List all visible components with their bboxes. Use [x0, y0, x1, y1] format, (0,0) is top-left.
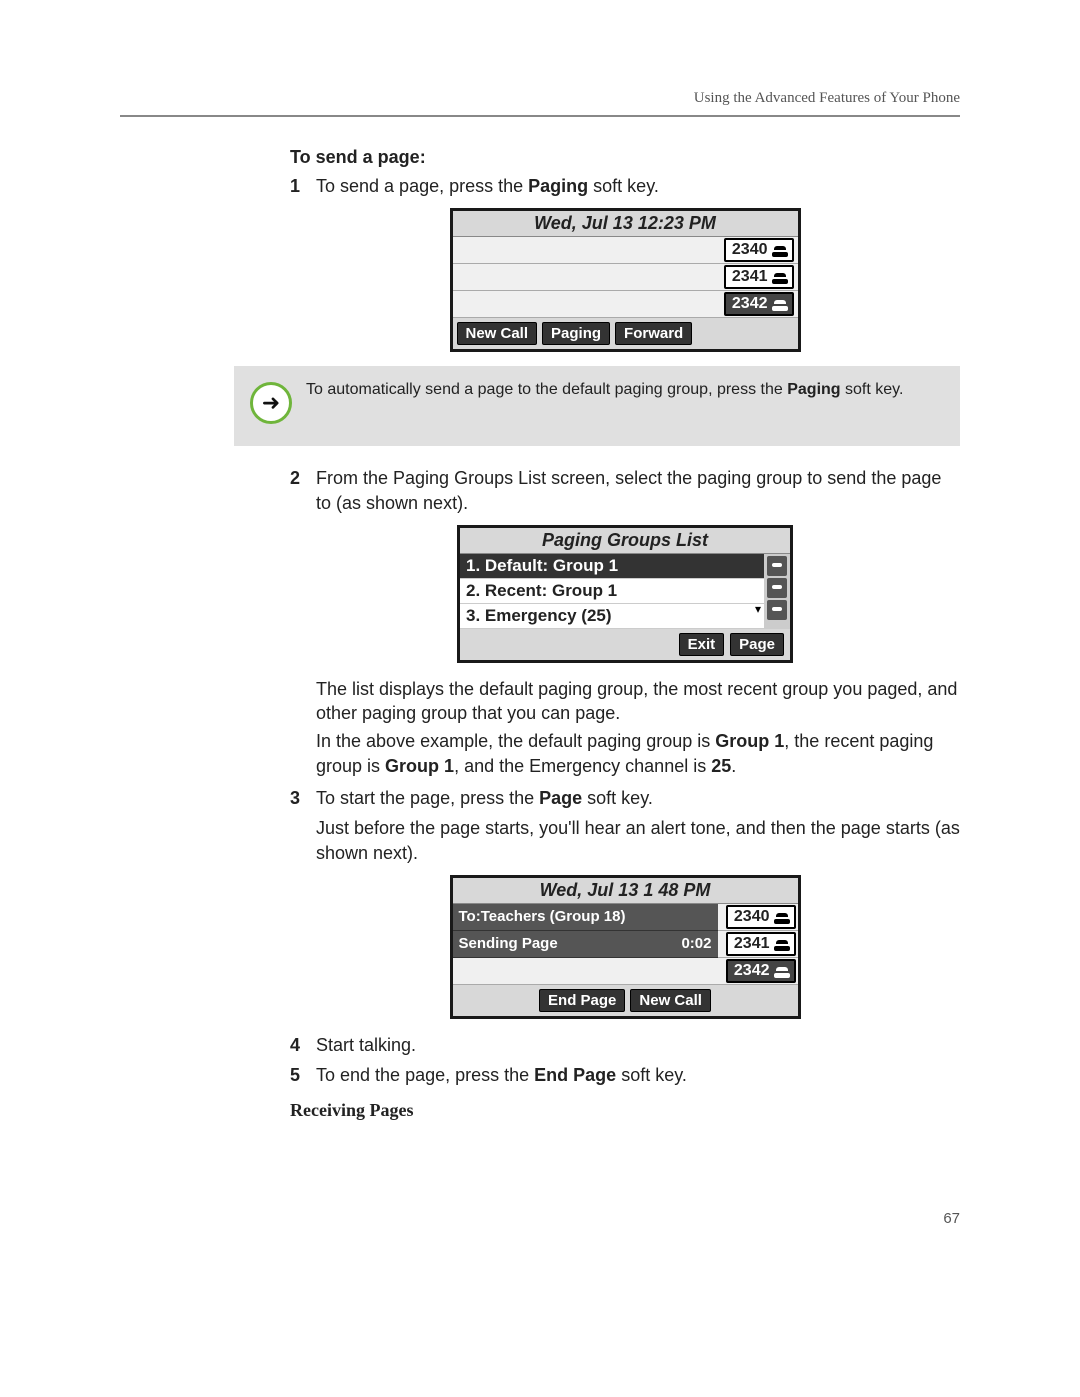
line-icon [767, 600, 787, 620]
paragraph: Just before the page starts, you'll hear… [316, 816, 960, 865]
step-text: To send a page, press the Paging soft ke… [316, 174, 960, 198]
call-timer: 0:02 [681, 935, 711, 952]
document-page: Using the Advanced Features of Your Phon… [0, 0, 1080, 1397]
section-title: To send a page: [290, 147, 960, 168]
phone-icon [772, 270, 788, 284]
tip-callout: ➜ To automatically send a page to the de… [234, 366, 960, 446]
line-key-2: 2341 [724, 265, 794, 289]
step-number: 4 [290, 1033, 316, 1057]
line-row: 2342 [453, 291, 798, 318]
step-3: 3 To start the page, press the Page soft… [290, 786, 960, 810]
paragraph: In the above example, the default paging… [316, 729, 960, 778]
steps-list: 4 Start talking. 5 To end the page, pres… [290, 1033, 960, 1088]
softkey-row: New Call Paging Forward [453, 318, 798, 349]
softkey-row: Exit Page [460, 629, 790, 660]
content-column: To send a page: 1 To send a page, press … [290, 147, 960, 1121]
phone-icon [772, 297, 788, 311]
paging-groups-list: 1. Default: Group 1 2. Recent: Group 1 3… [460, 554, 764, 629]
softkey-exit: Exit [679, 633, 725, 656]
step-2: 2 From the Paging Groups List screen, se… [290, 466, 960, 515]
phone-icon [772, 243, 788, 257]
list-item: 3. Emergency (25) [460, 604, 764, 629]
step-text: To end the page, press the End Page soft… [316, 1063, 960, 1087]
step-number: 3 [290, 786, 316, 810]
softkey-paging: Paging [542, 322, 610, 345]
line-key-1: 2340 [724, 238, 794, 262]
phone-screenshot-sending-page: Wed, Jul 13 1 48 PM To:Teachers (Group 1… [450, 875, 801, 1019]
tip-icon: ➜ [250, 382, 292, 424]
step-text: From the Paging Groups List screen, sele… [316, 466, 960, 515]
line-icon [767, 578, 787, 598]
step-5: 5 To end the page, press the End Page so… [290, 1063, 960, 1087]
line-row: 2341 [453, 264, 798, 291]
steps-list: 3 To start the page, press the Page soft… [290, 786, 960, 810]
steps-list: 2 From the Paging Groups List screen, se… [290, 466, 960, 515]
line-key-3: 2342 [726, 959, 796, 983]
list-item: 1. Default: Group 1 [460, 554, 764, 579]
line-icon [767, 556, 787, 576]
step-number: 2 [290, 466, 316, 490]
active-call-status: Sending Page 0:02 [453, 931, 718, 958]
phone-datetime: Wed, Jul 13 12:23 PM [453, 211, 798, 237]
phone-icon [774, 937, 790, 951]
line-row: 2340 [453, 237, 798, 264]
active-call-target: To:Teachers (Group 18) [453, 904, 718, 931]
step-1: 1 To send a page, press the Paging soft … [290, 174, 960, 198]
step-number: 1 [290, 174, 316, 198]
steps-list: 1 To send a page, press the Paging soft … [290, 174, 960, 198]
phone-icon [774, 964, 790, 978]
step-number: 5 [290, 1063, 316, 1087]
tip-text: To automatically send a page to the defa… [306, 380, 903, 424]
step-4: 4 Start talking. [290, 1033, 960, 1057]
line-key-2: 2341 [726, 932, 796, 956]
softkey-new-call: New Call [630, 989, 711, 1012]
softkey-row: End Page New Call [453, 985, 798, 1016]
phone-datetime: Wed, Jul 13 1 48 PM [453, 878, 798, 904]
paragraph: The list displays the default paging gro… [316, 677, 960, 726]
line-key-1: 2340 [726, 905, 796, 929]
line-key-3: 2342 [724, 292, 794, 316]
step-text: To start the page, press the Page soft k… [316, 786, 960, 810]
header-rule [120, 115, 960, 117]
list-item: 2. Recent: Group 1 [460, 579, 764, 604]
phone-screenshot-paging-groups: Paging Groups List 1. Default: Group 1 2… [457, 525, 793, 663]
softkey-forward: Forward [615, 322, 692, 345]
phone-icon [774, 910, 790, 924]
phone-screenshot-idle: Wed, Jul 13 12:23 PM 2340 2341 2342 New … [450, 208, 801, 352]
softkey-new-call: New Call [457, 322, 538, 345]
running-header: Using the Advanced Features of Your Phon… [120, 90, 960, 107]
step-text: Start talking. [316, 1033, 960, 1057]
side-line-icons [764, 554, 790, 629]
softkey-end-page: End Page [539, 989, 625, 1012]
subheading-receiving-pages: Receiving Pages [290, 1100, 960, 1121]
softkey-page: Page [730, 633, 784, 656]
page-number: 67 [943, 1210, 960, 1227]
screen-title: Paging Groups List [460, 528, 790, 554]
